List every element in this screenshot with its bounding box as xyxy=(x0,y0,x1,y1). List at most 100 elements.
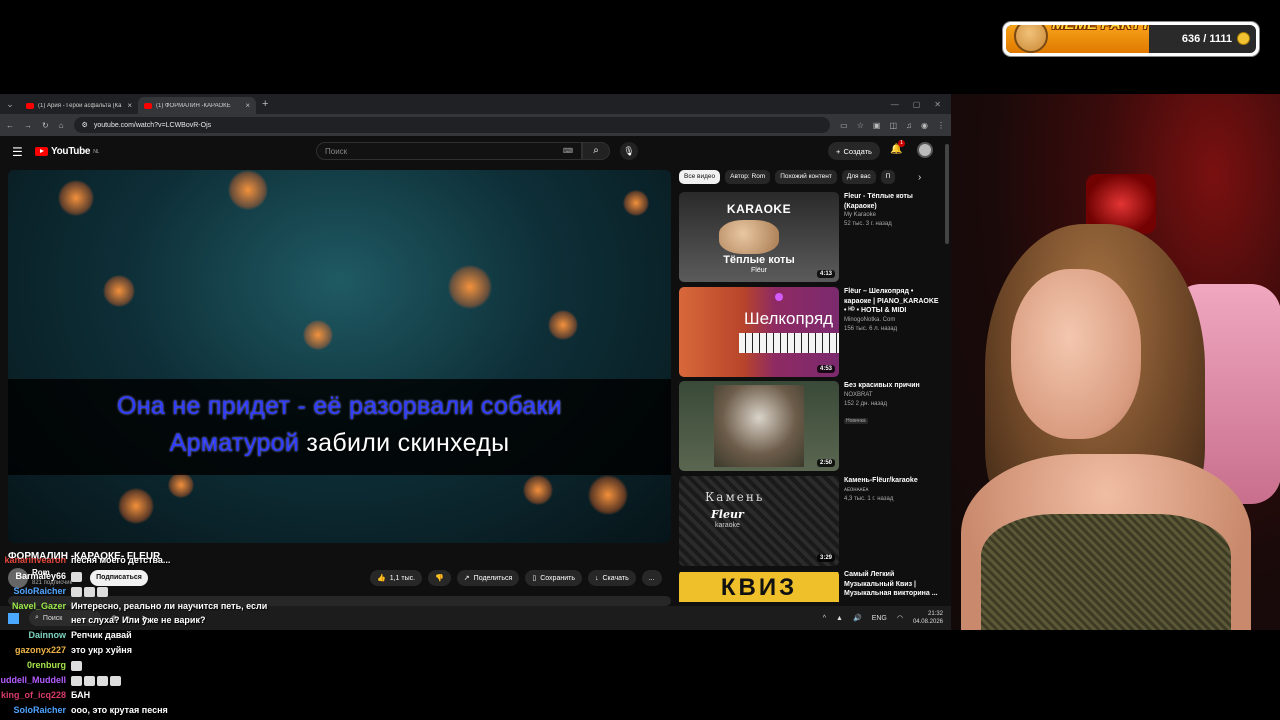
bookmark-star-icon[interactable]: ☆ xyxy=(857,121,864,130)
video-thumbnail[interactable]: 2:50 xyxy=(679,381,839,471)
recommendation-meta: Камень-Flёur/karaoke ᴀᴇᴏʜᴀᴀᴇᴀ 4,3 тыс. 1… xyxy=(844,476,940,504)
chip-all[interactable]: Все видео xyxy=(679,170,721,184)
youtube-logo[interactable]: YouTube NL xyxy=(35,146,99,157)
chat-username: kanarinvearon xyxy=(4,555,66,565)
recommendation-channel[interactable]: My Karaoke xyxy=(844,211,940,220)
chevron-up-icon[interactable]: ^ xyxy=(823,615,826,622)
recommendation-stats: 52 тыс. 3 г. назад xyxy=(844,221,892,227)
clock[interactable]: 21:32 04.08.2026 xyxy=(913,610,943,626)
lang-indicator[interactable]: ENG xyxy=(872,615,887,622)
recommendation-item[interactable]: KARAOKE Тёплые коты Flёur 4:13 Fleur - Т… xyxy=(679,192,941,282)
clock-date: 04.08.2026 xyxy=(912,619,943,625)
recommendation-channel[interactable]: ᴀᴇᴏʜᴀᴀᴇᴀ xyxy=(844,486,940,495)
chat-message: нет слуха? Или уже не варик? xyxy=(0,613,360,628)
create-label: Создать xyxy=(843,146,872,156)
recommendation-channel[interactable]: MinogoNotka. Com xyxy=(844,316,940,325)
voice-search-button[interactable]: 🎙 xyxy=(620,142,638,160)
chip-for-you[interactable]: Для вас xyxy=(841,170,876,184)
recommendation-title[interactable]: Камень-Flёur/karaoke xyxy=(844,476,940,486)
hamburger-menu-icon[interactable]: ☰ xyxy=(12,145,23,159)
video-thumbnail[interactable]: Шелкопряд 4:53 xyxy=(679,287,839,377)
recommendation-title[interactable]: Без красивых причин xyxy=(844,381,940,391)
volume-icon[interactable]: 🔊 xyxy=(853,614,862,622)
recommendation-title[interactable]: Flёur – Шелкопряд • караоке | PIANO_KARA… xyxy=(844,287,940,316)
close-window-icon[interactable]: ✕ xyxy=(934,100,941,109)
recommendation-item[interactable]: КВИЗ Самый Легкий Музыкальный Квиз | Муз… xyxy=(679,570,941,606)
recommendation-item[interactable]: Камень Fleur karaoke 3:29 Камень-Flёur/k… xyxy=(679,476,941,566)
chat-text: БАН xyxy=(71,690,91,700)
recommendation-channel[interactable]: NOXBRAT xyxy=(844,391,940,400)
url-text: youtube.com/watch?v=LCWBovR-Ojs xyxy=(93,121,212,129)
share-button[interactable]: ↗ Поделиться xyxy=(456,570,520,586)
window-controls: — ▢ ✕ xyxy=(891,100,951,109)
back-icon[interactable]: ← xyxy=(6,121,14,130)
chat-text xyxy=(71,658,84,673)
media-icon[interactable]: ♫ xyxy=(906,121,912,130)
chat-username: king_of_icq228 xyxy=(0,690,66,700)
extension-icon[interactable]: ▣ xyxy=(873,121,881,130)
chat-text: Репчик давай xyxy=(71,630,132,640)
chip-more[interactable]: П xyxy=(880,170,896,184)
search-icon: ⌕ xyxy=(593,145,599,156)
webcam-overlay xyxy=(951,94,1280,630)
close-tab-icon[interactable]: × xyxy=(127,101,132,110)
cast-icon[interactable]: ▭ xyxy=(840,121,848,130)
maximize-icon[interactable]: ▢ xyxy=(913,100,921,109)
save-button[interactable]: ▯ Сохранить xyxy=(525,570,582,586)
recommendation-title[interactable]: Fleur - Тёплые коты (Караоке) xyxy=(844,192,940,211)
tab-label: (1) ФОРМАЛИН -КАРАОКЕ xyxy=(156,102,231,109)
dislike-button[interactable]: 👎 xyxy=(428,570,451,586)
chat-text: это укр хуйня xyxy=(71,645,132,655)
microphone-icon: 🎙 xyxy=(623,146,635,156)
home-icon[interactable]: ⌂ xyxy=(59,121,64,130)
chat-message: SoloRaicher ооо, это крутая песня xyxy=(0,703,360,718)
forward-icon[interactable]: → xyxy=(24,121,32,130)
recommendation-stats: 156 тыс. 6 л. назад xyxy=(844,325,898,332)
tab-search-icon[interactable]: ⌄ xyxy=(0,99,20,110)
chat-username: 0renburg xyxy=(26,660,66,670)
video-player[interactable]: Она не придет - её разорвали собаки Арма… xyxy=(8,170,671,543)
minimize-icon[interactable]: — xyxy=(891,100,899,109)
video-thumbnail[interactable]: Камень Fleur karaoke 3:29 xyxy=(679,476,839,566)
search-input[interactable]: Поиск ⌨ xyxy=(316,142,582,160)
chip-similar[interactable]: Похожий контент xyxy=(775,170,837,184)
recommendation-title[interactable]: Самый Легкий Музыкальный Квиз | Музыкаль… xyxy=(844,570,940,599)
new-tab-button[interactable]: + xyxy=(262,98,268,110)
recommendation-chips: Все видео Автор: Rom Похожий контент Для… xyxy=(679,170,896,184)
video-actions: 👍 1,1 тыс. 👎 ↗ Поделиться ▯ Сохранить ↓ Скач… xyxy=(370,570,662,586)
emote-icon xyxy=(84,586,95,597)
chip-author[interactable]: Автор: Rom xyxy=(725,170,771,184)
video-thumbnail[interactable]: KARAOKE Тёплые коты Flёur 4:13 xyxy=(679,192,839,282)
search-button[interactable]: ⌕ xyxy=(582,142,610,160)
download-button[interactable]: ↓ Скачать xyxy=(587,570,636,586)
chevron-right-icon[interactable]: › xyxy=(918,172,921,183)
menu-dots-icon[interactable]: ⋮ xyxy=(937,121,945,130)
like-button[interactable]: 👍 1,1 тыс. xyxy=(370,570,423,586)
group-photo-image xyxy=(714,385,804,467)
tray-app-icon[interactable]: ▲ xyxy=(836,615,843,622)
close-tab-icon[interactable]: × xyxy=(245,101,250,110)
create-button[interactable]: + Создать xyxy=(828,142,880,160)
profile-icon[interactable]: ◉ xyxy=(921,121,928,130)
meme-party-widget: MEME PARTY 636 / 1111 xyxy=(1003,22,1259,56)
site-info-icon[interactable]: ⚙ xyxy=(82,121,88,129)
keyboard-icon[interactable]: ⌨ xyxy=(563,147,573,155)
tab-formalin[interactable]: (1) ФОРМАЛИН -КАРАОКЕ × xyxy=(138,97,256,114)
reload-icon[interactable]: ↻ xyxy=(42,121,49,130)
url-field[interactable]: ⚙ youtube.com/watch?v=LCWBovR-Ojs xyxy=(73,117,831,133)
emote-icon xyxy=(71,571,82,582)
bokeh-light xyxy=(228,170,268,210)
bokeh-light xyxy=(58,180,94,216)
lyric-rest-part: забили скинхеды xyxy=(299,429,510,457)
recommendation-item[interactable]: 2:50 Без красивых причин NOXBRAT 152 2 д… xyxy=(679,381,941,471)
wifi-icon[interactable]: ◠ xyxy=(897,614,903,622)
cat-image xyxy=(719,220,779,254)
video-thumbnail[interactable]: КВИЗ xyxy=(679,570,839,606)
streamer-top xyxy=(981,514,1231,630)
tab-aria[interactable]: (1) Ария - Герой асфальта (Ка × xyxy=(20,97,138,114)
account-avatar[interactable] xyxy=(917,142,933,158)
recommendation-item[interactable]: Шелкопряд 4:53 Flёur – Шелкопряд • карао… xyxy=(679,287,941,377)
more-actions-button[interactable]: ... xyxy=(641,570,662,586)
puzzle-icon[interactable]: ◫ xyxy=(889,121,897,130)
scrollbar[interactable] xyxy=(945,144,949,244)
